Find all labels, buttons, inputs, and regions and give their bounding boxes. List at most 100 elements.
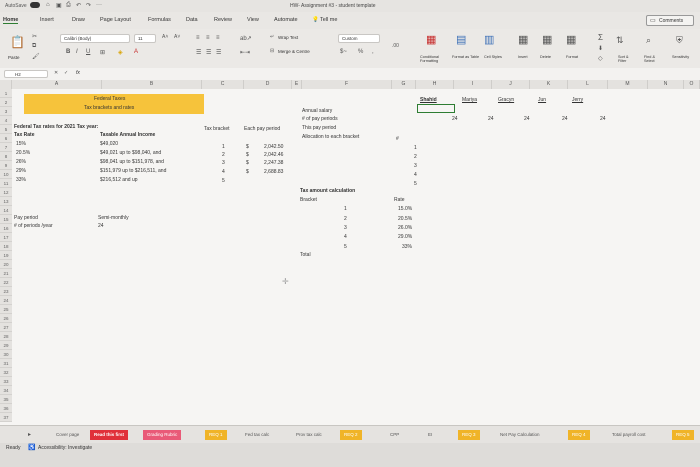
row-header[interactable]: 7	[0, 143, 12, 152]
font-name-select[interactable]: Calibri (Body)	[60, 34, 130, 43]
undo-icon[interactable]: ↶	[76, 2, 81, 9]
column-header[interactable]: M	[608, 80, 648, 89]
fill-icon[interactable]: ⬇	[598, 45, 603, 52]
row-header[interactable]: 22	[0, 278, 12, 287]
sheet-tab[interactable]: Grading Rubric	[143, 430, 182, 440]
cell-styles-icon[interactable]: ▥	[484, 33, 494, 46]
formula-input[interactable]	[90, 70, 690, 78]
row-header[interactable]: 6	[0, 134, 12, 143]
autosave-toggle[interactable]	[30, 2, 40, 8]
row-header[interactable]: 37	[0, 413, 12, 422]
align-bottom-icon[interactable]: ≡	[216, 35, 220, 41]
font-color-icon[interactable]: A	[134, 49, 138, 55]
home-icon[interactable]: ⌂	[46, 2, 50, 8]
decimal-icon[interactable]: .00	[392, 43, 399, 49]
sheet-tab[interactable]: CPP	[386, 430, 403, 440]
conditional-formatting-icon[interactable]: ▦	[426, 33, 436, 46]
row-header[interactable]: 13	[0, 197, 12, 206]
format-table-icon[interactable]: ▤	[456, 33, 466, 46]
selected-cell[interactable]	[417, 104, 455, 113]
row-header[interactable]: 26	[0, 314, 12, 323]
sheet-tab-active[interactable]: Read this first	[90, 430, 129, 440]
row-header[interactable]: 2	[0, 98, 12, 107]
sheet-tab[interactable]: Net Pay Calculation	[496, 430, 544, 440]
column-header[interactable]: G	[392, 80, 416, 89]
cancel-icon[interactable]: ✕	[54, 70, 58, 76]
column-header[interactable]: F	[302, 80, 392, 89]
column-header[interactable]: D	[244, 80, 292, 89]
name-box[interactable]: H2	[4, 70, 48, 78]
row-header[interactable]: 27	[0, 323, 12, 332]
accessibility-status[interactable]: Accessibility: Investigate	[38, 445, 92, 451]
sensitivity-icon[interactable]: ⛨	[676, 35, 683, 46]
find-select-icon[interactable]: ⌕	[646, 35, 651, 46]
row-header[interactable]: 4	[0, 116, 12, 125]
align-right-icon[interactable]: ☰	[216, 49, 221, 56]
tab-page-layout[interactable]: Page Layout	[100, 17, 131, 23]
merge-center-button[interactable]: Merge & Centre	[278, 49, 310, 54]
save-icon[interactable]: ▣	[56, 2, 62, 9]
wrap-text-button[interactable]: Wrap Text	[278, 35, 298, 40]
column-header[interactable]: N	[648, 80, 684, 89]
sort-filter-icon[interactable]: ⇅	[616, 35, 624, 46]
row-header[interactable]: 35	[0, 395, 12, 404]
select-all-corner[interactable]	[0, 80, 12, 89]
row-header[interactable]: 10	[0, 170, 12, 179]
row-header[interactable]: 5	[0, 125, 12, 134]
borders-icon[interactable]: ⊞	[100, 49, 105, 56]
enter-icon[interactable]: ✓	[64, 70, 68, 76]
clear-icon[interactable]: ◇	[598, 55, 603, 62]
sheet-tab[interactable]: Fed tax calc	[241, 430, 273, 440]
row-header[interactable]: 30	[0, 350, 12, 359]
row-header[interactable]: 31	[0, 359, 12, 368]
sheet-tab[interactable]: Cover page	[52, 430, 83, 440]
row-header[interactable]: 9	[0, 161, 12, 170]
format-painter-icon[interactable]: 🖌	[32, 53, 40, 60]
row-header[interactable]: 28	[0, 332, 12, 341]
sheet-tab[interactable]: Prov tax calc	[292, 430, 326, 440]
row-header[interactable]: 34	[0, 386, 12, 395]
sheet-tab[interactable]: REQ 1	[205, 430, 227, 440]
row-header[interactable]: 17	[0, 233, 12, 242]
worksheet-grid[interactable]: A B C D E F G H I J K L M N O 1234567891…	[0, 80, 700, 425]
copy-icon[interactable]: ⧉	[32, 43, 36, 50]
tab-insert[interactable]: Insert	[40, 17, 54, 23]
sheet-tab[interactable]: REQ 4	[568, 430, 590, 440]
row-header[interactable]: 33	[0, 377, 12, 386]
cut-icon[interactable]: ✂	[32, 33, 37, 40]
column-header[interactable]: K	[530, 80, 568, 89]
column-header[interactable]: J	[492, 80, 530, 89]
row-header[interactable]: 16	[0, 224, 12, 233]
tab-data[interactable]: Data	[186, 17, 198, 23]
number-format-select[interactable]: Custom	[338, 34, 380, 43]
autosum-icon[interactable]: Σ	[598, 33, 603, 42]
fx-label[interactable]: fx	[76, 70, 80, 76]
align-center-icon[interactable]: ☰	[206, 49, 211, 56]
accounting-icon[interactable]: $~	[340, 49, 347, 55]
column-header[interactable]: C	[202, 80, 244, 89]
column-header[interactable]: O	[684, 80, 700, 89]
paste-icon[interactable]: 📋	[10, 35, 25, 49]
tab-automate[interactable]: Automate	[274, 17, 298, 23]
row-header[interactable]: 12	[0, 188, 12, 197]
align-middle-icon[interactable]: ≡	[206, 35, 210, 41]
column-header[interactable]: H	[416, 80, 454, 89]
orientation-icon[interactable]: ab↗	[240, 35, 252, 42]
tab-review[interactable]: Review	[214, 17, 232, 23]
sheet-tab[interactable]: REQ 3	[458, 430, 480, 440]
more-icon[interactable]: ···	[96, 2, 102, 8]
row-header[interactable]: 32	[0, 368, 12, 377]
underline-icon[interactable]: U	[86, 49, 90, 55]
font-size-select[interactable]: 11	[134, 34, 156, 43]
row-header[interactable]: 24	[0, 296, 12, 305]
align-left-icon[interactable]: ☰	[196, 49, 201, 56]
indent-icon[interactable]: ⇤⇥	[240, 49, 250, 56]
row-header[interactable]: 23	[0, 287, 12, 296]
column-header[interactable]: A	[12, 80, 102, 89]
row-header[interactable]: 25	[0, 305, 12, 314]
comma-icon[interactable]: ,	[372, 49, 374, 55]
align-top-icon[interactable]: ≡	[196, 35, 200, 41]
comments-button[interactable]: ▭ Comments	[646, 15, 694, 26]
row-header[interactable]: 20	[0, 260, 12, 269]
row-header[interactable]: 29	[0, 341, 12, 350]
